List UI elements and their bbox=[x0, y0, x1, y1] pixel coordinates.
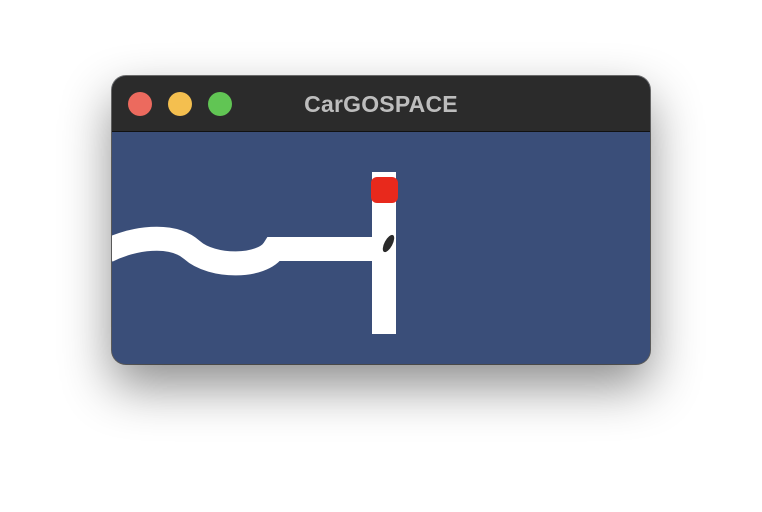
car-icon[interactable] bbox=[371, 177, 398, 203]
title-bar[interactable]: CarGOSPACE bbox=[112, 76, 650, 132]
game-canvas[interactable] bbox=[112, 132, 650, 364]
app-window: CarGOSPACE bbox=[112, 76, 650, 364]
scene-svg bbox=[112, 172, 398, 334]
window-title: CarGOSPACE bbox=[304, 91, 458, 117]
road-curve bbox=[112, 226, 381, 276]
